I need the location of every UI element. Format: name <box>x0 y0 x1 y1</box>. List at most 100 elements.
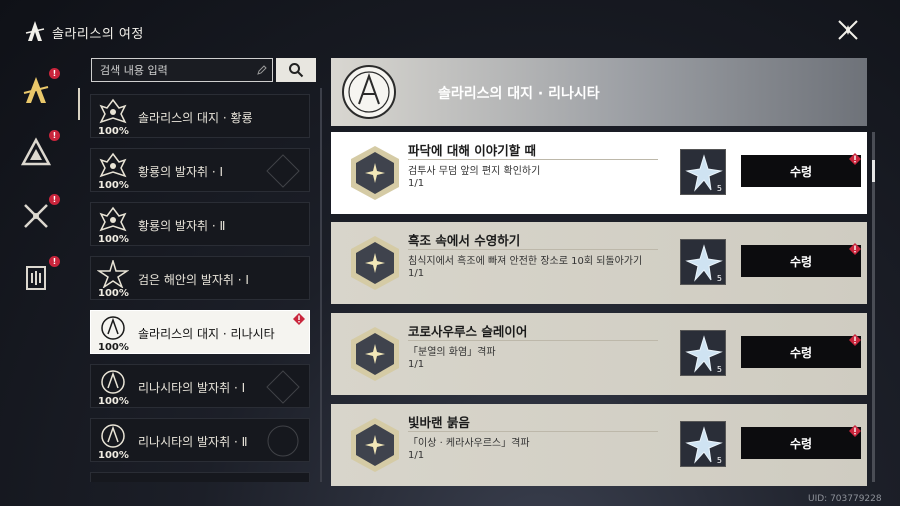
mission-card: 코로사우루스 슬레이어 「분열의 화염」격파 1/1 5 수령 <box>331 313 867 395</box>
dragon-emblem-icon <box>99 206 127 232</box>
list-item[interactable]: 100% 황룡의 발자취 · Ⅱ <box>90 202 310 246</box>
chapter-label: 황룡의 발자취 · Ⅱ <box>138 219 226 233</box>
chapter-list: 100% 솔라리스의 대지 · 황룡 100% 황룡의 발자취 · Ⅰ 100%… <box>90 94 310 482</box>
mission-title: 코로사우루스 슬레이어 <box>408 324 528 339</box>
book-icon <box>26 266 46 290</box>
sidebar-item-exploration[interactable]: ! <box>16 130 60 172</box>
mission-title: 흑조 속에서 수영하기 <box>408 233 521 248</box>
completion-percent: 100% <box>98 450 129 461</box>
list-scrollbar[interactable] <box>320 88 322 482</box>
crossed-swords-icon <box>24 204 48 228</box>
completion-percent: 100% <box>98 342 129 353</box>
journey-logo-icon <box>25 21 45 41</box>
journey-tacet-icon <box>23 77 49 103</box>
mission-star-hex-icon <box>351 146 399 200</box>
mission-description: 검투사 무덤 앞의 편지 확인하기 <box>408 166 541 177</box>
mission-progress: 1/1 <box>408 450 425 461</box>
sidebar-item-records[interactable]: ! <box>16 256 60 298</box>
star-emblem-icon <box>97 260 129 288</box>
list-item-active[interactable]: 100% 솔라리스의 대지 · 리나시타 <box>90 310 310 354</box>
compass-decoration-icon <box>266 154 300 188</box>
chapter-label: 리나시타의 발자취 · Ⅱ <box>138 435 248 449</box>
list-item[interactable]: 100% 리나시타의 발자취 · Ⅰ <box>90 364 310 408</box>
notification-badge: ! <box>49 68 60 79</box>
reward-item[interactable]: 5 <box>680 149 726 195</box>
chapter-label: 솔라리스의 대지 · 황룡 <box>138 111 253 125</box>
divider <box>408 249 658 250</box>
uid-label: UID: 703779228 <box>808 494 882 504</box>
mission-scrollbar-thumb[interactable] <box>872 160 875 182</box>
list-item[interactable]: 100% 황룡의 발자취 · Ⅰ <box>90 148 310 192</box>
completion-percent: 100% <box>98 288 129 299</box>
list-item[interactable]: 100% 리나시타의 발자취 · Ⅱ <box>90 418 310 462</box>
region-header: 솔라리스의 대지 · 리나시타 <box>331 58 867 126</box>
rinascita-emblem-icon <box>101 316 125 340</box>
chapter-label: 솔라리스의 대지 · 리나시타 <box>138 327 275 341</box>
list-item[interactable] <box>90 472 310 482</box>
search-input[interactable] <box>92 59 272 82</box>
mission-star-hex-icon <box>351 327 399 381</box>
completion-percent: 100% <box>98 126 129 137</box>
chapter-label: 검은 해안의 발자취 · Ⅰ <box>138 273 249 287</box>
mission-star-hex-icon <box>351 418 399 472</box>
page-title: 솔라리스의 여정 <box>52 27 144 42</box>
reward-item[interactable]: 5 <box>680 330 726 376</box>
completion-percent: 100% <box>98 234 129 245</box>
search-button[interactable] <box>276 58 316 82</box>
completion-percent: 100% <box>98 180 129 191</box>
notification-badge-icon <box>293 313 305 325</box>
claim-button[interactable]: 수령 <box>741 427 861 459</box>
rinascita-emblem-icon <box>101 424 125 448</box>
mission-description: 침식지에서 흑조에 빠져 안전한 장소로 10회 되돌아가기 <box>408 256 643 267</box>
pencil-icon <box>257 65 267 75</box>
notification-badge-icon <box>849 153 861 165</box>
mission-scrollbar[interactable] <box>872 132 875 482</box>
notification-badge: ! <box>49 130 60 141</box>
reward-count: 5 <box>716 456 722 465</box>
claim-button[interactable]: 수령 <box>741 336 861 368</box>
mission-title: 빛바랜 붉음 <box>408 415 470 430</box>
reward-count: 5 <box>716 274 722 283</box>
sidebar-item-combat[interactable]: ! <box>16 194 60 236</box>
mission-card: 파닥에 대해 이야기할 때 검투사 무덤 앞의 편지 확인하기 1/1 5 수령 <box>331 132 867 214</box>
notification-badge-icon <box>849 425 861 437</box>
completion-percent: 100% <box>98 396 129 407</box>
reward-count: 5 <box>716 365 722 374</box>
mission-description: 「이상 · 케라사우르스」격파 <box>408 438 530 449</box>
compass-decoration-icon <box>267 425 299 457</box>
list-item[interactable]: 100% 검은 해안의 발자취 · Ⅰ <box>90 256 310 300</box>
reward-count: 5 <box>716 184 722 193</box>
mission-star-hex-icon <box>351 236 399 290</box>
active-indicator <box>78 88 80 120</box>
chapter-label: 리나시타의 발자취 · Ⅰ <box>138 381 246 395</box>
mission-title: 파닥에 대해 이야기할 때 <box>408 143 537 158</box>
rinascita-emblem-icon <box>101 370 125 394</box>
divider <box>408 159 658 160</box>
mission-progress: 1/1 <box>408 359 425 370</box>
divider <box>408 340 658 341</box>
chapter-label: 황룡의 발자취 · Ⅰ <box>138 165 224 179</box>
mountain-icon <box>21 137 51 166</box>
region-title: 솔라리스의 대지 · 리나시타 <box>438 86 600 102</box>
notification-badge: ! <box>49 256 60 267</box>
search-box[interactable] <box>91 58 273 82</box>
mission-description: 「분열의 화염」격파 <box>408 347 496 358</box>
mission-card: 흑조 속에서 수영하기 침식지에서 흑조에 빠져 안전한 장소로 10회 되돌아… <box>331 222 867 304</box>
sidebar-item-journey[interactable]: ! <box>16 68 60 110</box>
list-item[interactable]: 100% 솔라리스의 대지 · 황룡 <box>90 94 310 138</box>
close-icon[interactable] <box>836 18 860 42</box>
divider <box>408 431 658 432</box>
notification-badge-icon <box>849 243 861 255</box>
claim-button[interactable]: 수령 <box>741 245 861 277</box>
top-bar: 솔라리스의 여정 <box>0 0 900 58</box>
dragon-emblem-icon <box>99 98 127 124</box>
mission-progress: 1/1 <box>408 178 425 189</box>
claim-button[interactable]: 수령 <box>741 155 861 187</box>
compass-decoration-icon <box>266 370 300 404</box>
reward-item[interactable]: 5 <box>680 421 726 467</box>
dragon-emblem-icon <box>99 152 127 178</box>
search-icon <box>289 63 304 78</box>
mission-card: 빛바랜 붉음 「이상 · 케라사우르스」격파 1/1 5 수령 <box>331 404 867 486</box>
mission-progress: 1/1 <box>408 268 425 279</box>
reward-item[interactable]: 5 <box>680 239 726 285</box>
